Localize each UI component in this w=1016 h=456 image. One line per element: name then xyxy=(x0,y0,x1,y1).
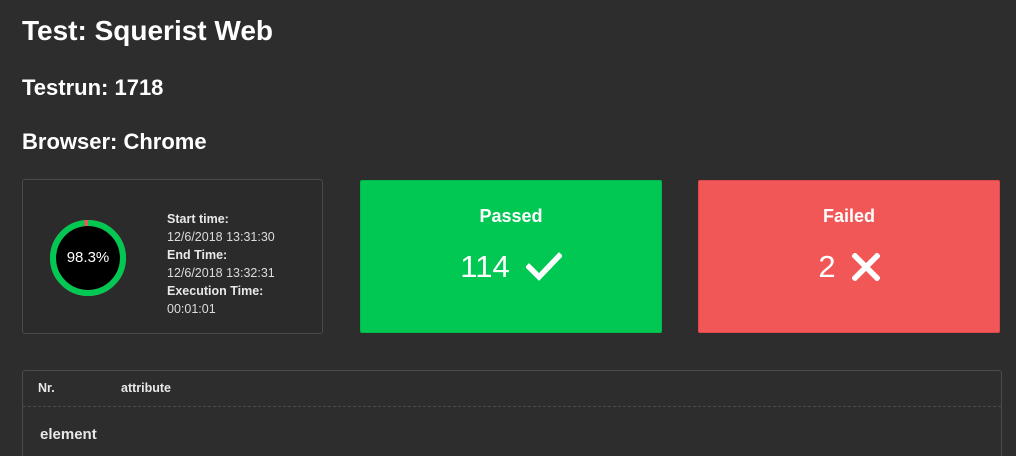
failed-count: 2 xyxy=(818,249,836,284)
passed-count: 114 xyxy=(460,249,510,284)
start-time-label: Start time: xyxy=(167,212,229,226)
execution-time-value: 00:01:01 xyxy=(167,302,216,316)
pass-rate-donut: 98.3% xyxy=(49,219,127,297)
failed-card[interactable]: Failed 2 xyxy=(698,180,1000,333)
failed-title: Failed xyxy=(822,206,875,226)
table-row[interactable]: element xyxy=(40,426,97,443)
passed-value-row: 114 xyxy=(361,247,661,287)
end-time-label: End Time: xyxy=(167,248,228,262)
results-table: Nr. attribute element xyxy=(22,370,1002,456)
passed-title: Passed xyxy=(479,206,543,226)
pass-rate-label: 98.3% xyxy=(66,249,110,266)
execution-time-label: Execution Time: xyxy=(167,284,264,298)
browser-heading: Browser: Chrome xyxy=(22,129,207,154)
start-time-value: 12/6/2018 13:31:30 xyxy=(167,230,275,244)
passed-card[interactable]: Passed 114 xyxy=(360,180,662,333)
test-title: Test: Squerist Web xyxy=(22,15,274,46)
check-icon xyxy=(525,252,562,282)
end-time-value: 12/6/2018 13:32:31 xyxy=(167,266,275,280)
table-header: Nr. attribute xyxy=(23,371,1001,407)
report-page: Test: Squerist Web Testrun: 1718 Browser… xyxy=(0,0,1016,456)
column-header-attribute[interactable]: attribute xyxy=(121,381,171,395)
column-header-nr[interactable]: Nr. xyxy=(38,381,55,395)
summary-card: 98.3% Start time: 12/6/2018 13:31:30 End… xyxy=(22,179,323,334)
testrun-heading: Testrun: 1718 xyxy=(22,75,164,100)
failed-value-row: 2 xyxy=(699,247,999,287)
timing-info: Start time: 12/6/2018 13:31:30 End Time:… xyxy=(167,210,275,318)
x-icon xyxy=(851,253,880,281)
